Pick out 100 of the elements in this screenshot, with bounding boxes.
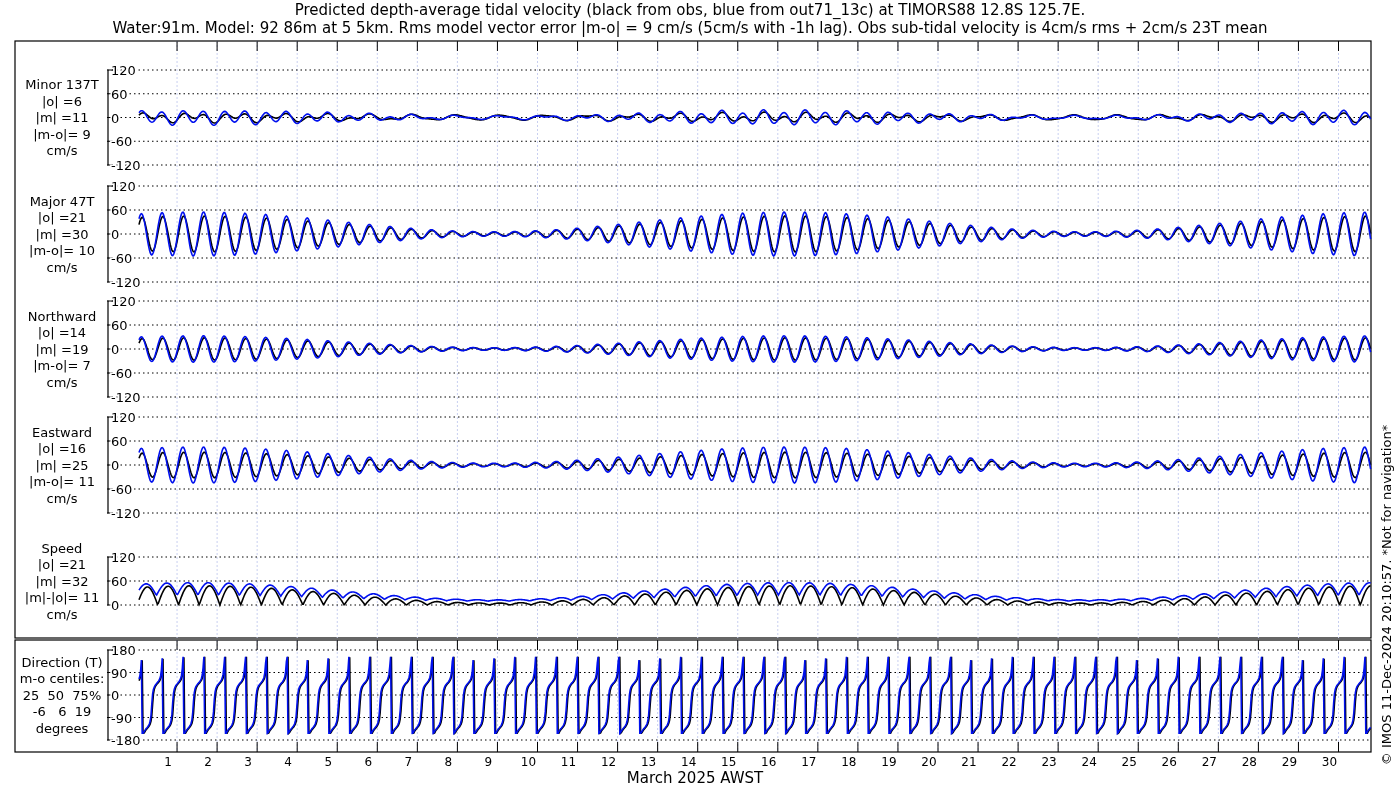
tick-mark	[1217, 639, 1219, 651]
tick-mark	[416, 741, 418, 753]
axis-tick-label: -60	[111, 366, 133, 381]
day-label: 15	[721, 755, 737, 769]
panel-label: Direction (T) m-o centiles: 25 50 75% -6 6 19 degrees	[19, 654, 105, 736]
day-label: 10	[520, 755, 537, 769]
tick-mark	[697, 741, 699, 753]
axis-title: March 2025 AWST	[626, 769, 764, 787]
axis-tick-label: -90	[111, 710, 133, 726]
day-label: 2	[204, 755, 212, 769]
tick-mark	[336, 639, 338, 651]
panel-label: Northward |o| =14 |m| =19 |m-o|= 7 cm/s	[27, 308, 97, 390]
day-label: 16	[761, 755, 777, 769]
tick-mark	[817, 639, 819, 651]
day-label: 25	[1121, 755, 1137, 769]
credit-text: © IMOS 11-Dec-2024 20:10:57. *Not for navigation*	[1379, 424, 1394, 766]
axis-tick-label: -120	[111, 390, 141, 405]
tick-mark	[256, 741, 258, 753]
tick-mark	[857, 639, 859, 651]
axis-tick-label: 0	[111, 458, 120, 473]
tick-mark	[617, 40, 619, 52]
tick-mark	[1217, 741, 1219, 753]
tick-mark	[176, 40, 178, 52]
tick-mark	[1137, 639, 1139, 651]
tick-mark	[537, 40, 538, 52]
axis-tick-label: 0	[111, 598, 120, 613]
tick-mark	[1097, 741, 1099, 753]
day-label: 8	[444, 755, 453, 769]
day-label: 20	[921, 755, 937, 769]
tick-mark	[1177, 741, 1179, 753]
day-label: 3	[244, 755, 252, 769]
day-label: 12	[600, 755, 617, 769]
tick-mark	[937, 639, 939, 651]
tick-mark	[1017, 741, 1019, 753]
tick-mark	[456, 639, 458, 651]
day-label: 9	[484, 755, 493, 769]
chart-title: Predicted depth-average tidal velocity (black from obs, blue from out71_13c) at TIMORS88 12.8S 125.7E.	[294, 1, 1086, 19]
tick-mark	[1017, 639, 1019, 651]
day-label: 5	[324, 755, 332, 769]
day-label: 19	[881, 755, 897, 769]
tick-mark	[817, 40, 819, 52]
tick-mark	[176, 639, 178, 651]
tick-mark	[416, 40, 418, 52]
axis-tick-label: -120	[111, 158, 141, 173]
axis-tick-label: -60	[111, 251, 133, 266]
tick-mark	[416, 639, 418, 651]
tick-mark	[1217, 40, 1219, 52]
tick-mark	[617, 639, 619, 651]
tick-mark	[1257, 40, 1259, 52]
tick-mark	[216, 741, 218, 753]
panel-label: Eastward |o| =16 |m| =25 |m-o|= 11 cm/s	[29, 424, 95, 506]
axis-tick-label: 120	[111, 294, 136, 309]
day-label: 28	[1241, 755, 1257, 769]
day-label: 24	[1081, 755, 1097, 769]
tick-mark	[1297, 40, 1299, 52]
day-label: 27	[1201, 755, 1217, 769]
tick-mark	[1057, 639, 1059, 651]
tick-mark	[376, 741, 378, 753]
tick-mark	[1338, 741, 1339, 753]
tick-mark	[1137, 40, 1139, 52]
tick-mark	[857, 741, 859, 753]
tick-mark	[737, 40, 739, 52]
axis-tick-label: -120	[111, 275, 141, 290]
axis-tick-label: 120	[111, 550, 136, 565]
axis-tick-label: 0	[111, 342, 120, 357]
tick-mark	[336, 741, 338, 753]
tick-mark	[1257, 741, 1259, 753]
panel-label: Major 47T |o| =21 |m| =30 |m-o|= 10 cm/s	[29, 193, 95, 275]
tick-mark	[657, 741, 659, 753]
tick-mark	[1057, 741, 1059, 753]
tick-mark	[697, 639, 699, 651]
tick-mark	[256, 639, 258, 651]
axis-tick-label: 60	[111, 203, 128, 218]
tick-mark	[456, 741, 458, 753]
tick-mark	[1057, 40, 1059, 52]
axis-tick-label: 0	[111, 688, 120, 703]
day-label: 11	[560, 755, 577, 769]
tick-mark	[857, 40, 859, 52]
day-label: 7	[404, 755, 413, 769]
tick-mark	[216, 639, 218, 651]
tick-mark	[777, 639, 779, 651]
y-axis	[107, 556, 114, 606]
axis-tick-label: -180	[111, 733, 141, 748]
tick-mark	[496, 741, 498, 753]
day-label: 29	[1281, 755, 1298, 769]
tick-mark	[1297, 639, 1299, 651]
tick-mark	[577, 741, 579, 753]
axis-tick-label: -60	[111, 482, 133, 497]
tick-mark	[296, 40, 298, 52]
day-label: 30	[1321, 755, 1338, 769]
tick-mark	[256, 40, 258, 52]
axis-tick-label: 60	[111, 434, 128, 449]
tick-mark	[376, 639, 378, 651]
axis-tick-label: 120	[111, 410, 136, 425]
tick-mark	[456, 40, 458, 52]
chart-title: Water:91m. Model: 92 86m at 5 5km. Rms model vector error |m-o| = 9 cm/s (5cm/s with -1h lag). Obs sub-tidal velocity is 4cm/s rms + 2cm/s 23T mean	[112, 19, 1268, 37]
tick-mark	[376, 40, 378, 52]
tick-mark	[737, 639, 739, 651]
tick-mark	[897, 741, 899, 753]
tick-mark	[336, 40, 338, 52]
